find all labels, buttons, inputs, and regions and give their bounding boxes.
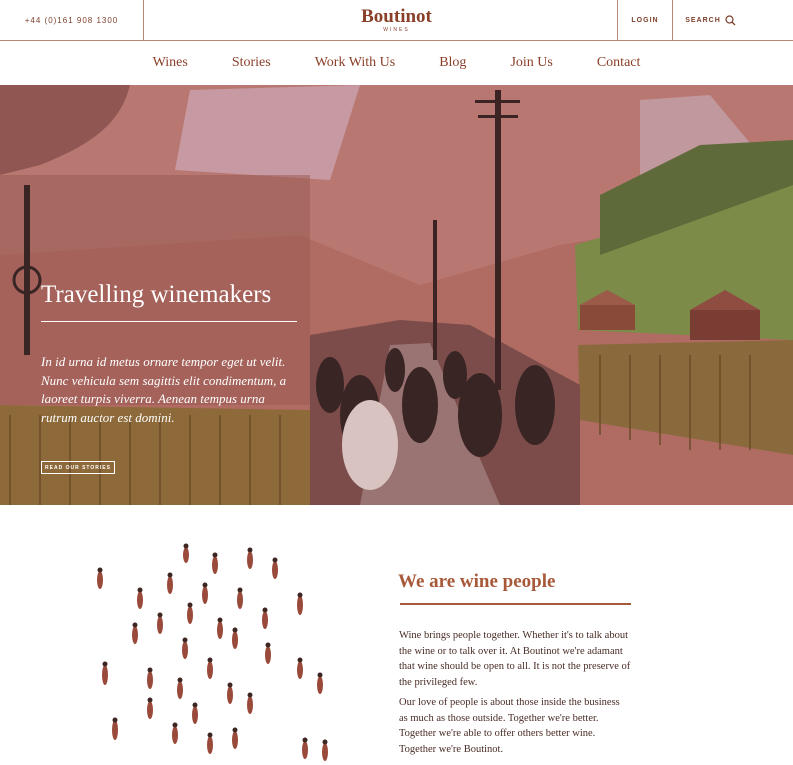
read-stories-button[interactable]: READ OUR STORIES <box>41 461 115 474</box>
search-label: SEARCH <box>685 16 721 24</box>
people-illustration <box>97 543 328 761</box>
hero-banner: Travelling winemakers In id urna id metu… <box>0 85 793 505</box>
nav-item-join-us[interactable]: Join Us <box>510 55 552 71</box>
top-bar: +44 (0)161 908 1300 Boutinot WINES LOGIN… <box>0 0 793 41</box>
search-icon <box>725 14 736 26</box>
section-divider <box>400 603 631 605</box>
nav-item-blog[interactable]: Blog <box>439 55 466 71</box>
phone-number[interactable]: +44 (0)161 908 1300 <box>0 0 144 40</box>
hero-body: In id urna id metus ornare tempor eget u… <box>41 354 287 425</box>
nav-item-stories[interactable]: Stories <box>232 55 271 71</box>
login-button[interactable]: LOGIN <box>617 0 673 40</box>
nav-item-work-with-us[interactable]: Work With Us <box>315 55 396 71</box>
hero-title: Travelling winemakers <box>41 281 272 308</box>
nav-item-wines[interactable]: Wines <box>153 55 188 71</box>
section-title: We are wine people <box>398 571 556 592</box>
search-button[interactable]: SEARCH <box>673 0 748 40</box>
section-paragraph-2: Our love of people is about those inside… <box>399 697 620 755</box>
main-nav: Wines Stories Work With Us Blog Join Us … <box>0 41 793 85</box>
hero-divider <box>41 321 297 322</box>
logo-wordmark: Boutinot <box>361 5 432 27</box>
logo[interactable]: Boutinot WINES <box>330 0 463 40</box>
nav-item-contact[interactable]: Contact <box>597 55 641 71</box>
section-paragraph-1: Wine brings people together. Whether it'… <box>399 630 631 688</box>
logo-subtitle: WINES <box>383 26 410 33</box>
